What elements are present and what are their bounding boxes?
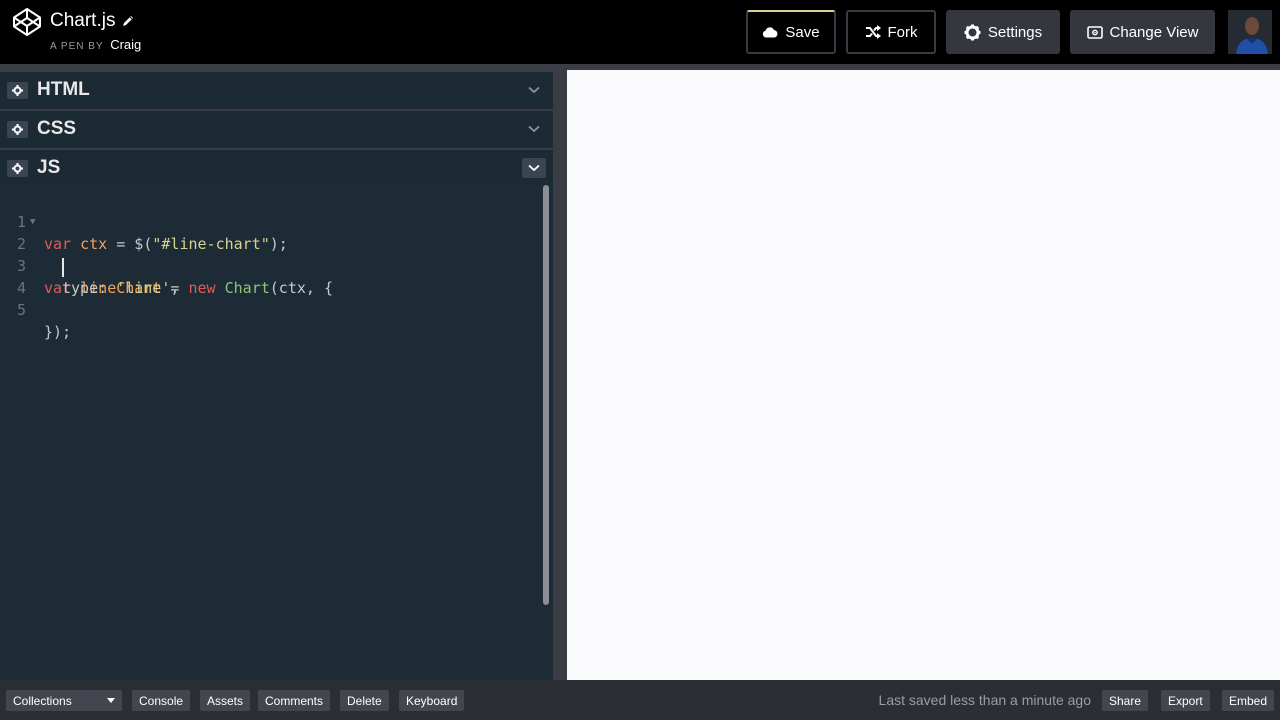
codepen-logo-icon[interactable] [12,7,42,37]
change-view-label: Change View [1109,23,1199,41]
gear-icon [12,162,23,174]
cloud-icon [762,26,778,38]
collections-label: Collections [13,693,72,708]
avatar-image-icon [1228,10,1272,54]
settings-label: Settings [987,23,1043,41]
gear-icon [12,123,23,135]
js-collapse-button[interactable] [522,158,546,178]
css-settings-button[interactable] [7,120,28,138]
code-line[interactable]: 1 var ctx = $("#line-chart"); [0,189,540,253]
assets-button[interactable]: Assets [200,690,251,711]
html-panel-header[interactable]: HTML [0,70,553,108]
text-cursor [62,258,64,277]
fork-label: Fork [887,23,918,41]
keyboard-button[interactable]: Keyboard [399,690,465,711]
save-button[interactable]: Save [746,10,836,54]
chevron-down-icon [528,86,540,94]
css-panel-title: CSS [37,118,77,139]
html-settings-button[interactable] [7,81,28,99]
fold-arrow-icon[interactable]: ▼ [30,211,35,233]
js-panel-header[interactable]: JS [0,148,553,186]
pen-by-label: A PEN BY [50,41,104,52]
top-bar: Chart.js A PEN BY Craig Save Fork Settin… [0,0,1280,64]
change-view-button[interactable]: Change View [1070,10,1215,54]
pen-title-text[interactable]: Chart.js [50,9,115,33]
gear-icon [12,84,23,96]
pen-author-line: A PEN BY Craig [50,37,141,55]
line-number: 5 [16,301,26,319]
pen-title[interactable]: Chart.js [50,9,135,33]
fork-icon [865,25,881,39]
last-saved-status: Last saved less than a minute ago [878,692,1091,708]
chevron-down-icon [528,125,540,133]
user-avatar[interactable] [1228,10,1272,54]
save-label: Save [785,23,820,41]
delete-button[interactable]: Delete [340,690,389,711]
editor-scrollbar[interactable] [543,185,549,605]
embed-button[interactable]: Embed [1222,690,1275,711]
editor-column: HTML CSS JS 1 var ctx = $("#line-chart")… [0,70,553,680]
console-button[interactable]: Console [132,690,191,711]
export-button[interactable]: Export [1161,690,1210,711]
bottom-bar: Collections Console Assets Comments Dele… [0,680,1280,720]
share-button[interactable]: Share [1102,690,1149,711]
js-panel-title: JS [37,157,61,178]
author-link[interactable]: Craig [110,37,141,52]
css-collapse-button[interactable] [522,119,546,139]
pane-resizer[interactable] [553,70,567,680]
code-line[interactable]: 4 [0,255,540,297]
chevron-down-icon [528,164,540,172]
js-code-editor[interactable]: 1 var ctx = $("#line-chart"); 2 ▼ var li… [0,185,553,680]
code-line[interactable]: 2 ▼ var lineChart = new Chart(ctx, { [0,211,540,297]
fork-button[interactable]: Fork [846,10,936,54]
layout-view-icon [1086,25,1103,39]
html-panel-title: HTML [37,79,90,100]
collections-dropdown[interactable]: Collections [6,690,122,711]
caret-down-icon [107,698,115,703]
css-panel-header[interactable]: CSS [0,109,553,147]
settings-button[interactable]: Settings [946,10,1060,54]
html-collapse-button[interactable] [522,80,546,100]
pencil-icon[interactable] [121,14,135,28]
comments-button[interactable]: Comments [258,690,331,711]
code-text: }); [44,323,72,341]
code-line[interactable]: 3 type: 'line', [0,233,540,297]
code-line[interactable]: 5 }); [0,277,540,341]
js-settings-button[interactable] [7,159,28,177]
result-preview[interactable] [567,70,1280,680]
gear-icon [964,24,981,41]
